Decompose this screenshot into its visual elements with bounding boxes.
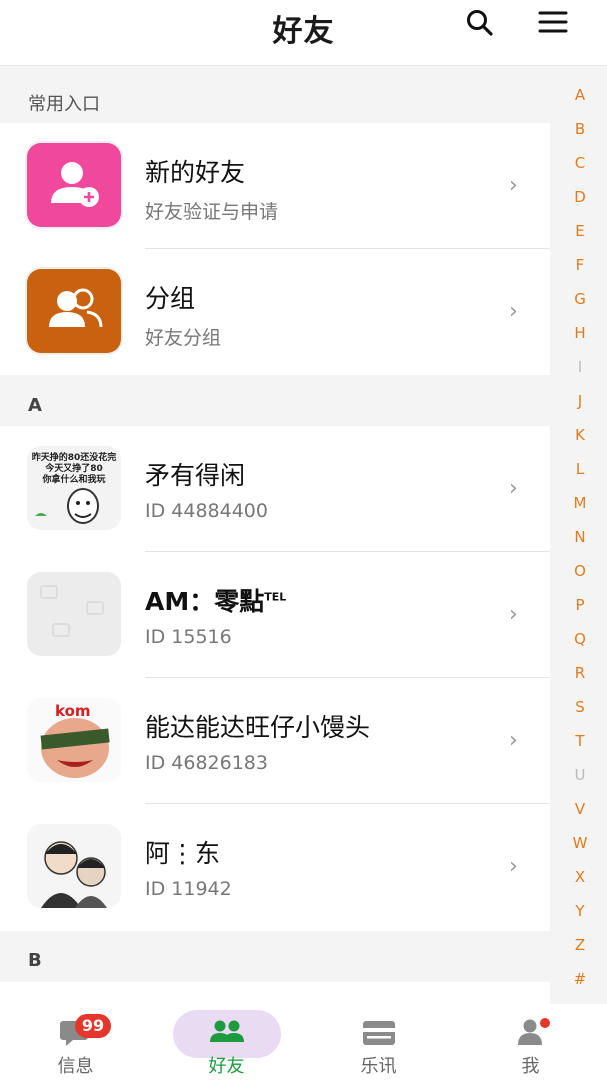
index-letter[interactable]: J <box>566 390 594 424</box>
tab-label: 我 <box>521 1056 540 1077</box>
tab-messages[interactable]: 99 信息 <box>0 1004 151 1080</box>
index-letter[interactable]: Z <box>566 934 594 968</box>
chevron-right-icon: › <box>509 299 518 324</box>
top-bar: 好友 <box>0 0 607 66</box>
common-entries-card: 新的好友 好友验证与申请 › 分组 好友分组 › <box>0 123 550 375</box>
avatar-caption-line: 今天又挣了80 <box>44 462 103 474</box>
friend-name: 矛有得闲 <box>145 461 246 490</box>
friend-name: 阿⋮东 <box>145 839 221 868</box>
avatar-caption-line: kom <box>55 702 91 720</box>
new-friends-icon <box>27 143 121 227</box>
index-letter[interactable]: D <box>566 186 594 220</box>
chevron-right-icon: › <box>509 854 518 879</box>
avatar-caption-line: 你拿什么和我玩 <box>41 473 105 485</box>
index-letter[interactable]: S <box>566 696 594 730</box>
page-title: 好友 <box>272 14 335 49</box>
notification-dot <box>540 1018 550 1028</box>
index-letter[interactable]: H <box>566 322 594 356</box>
section-label-common: 常用入口 <box>28 94 100 115</box>
menu-icon[interactable] <box>538 7 568 37</box>
search-icon[interactable] <box>464 7 494 37</box>
index-letter[interactable]: M <box>566 492 594 526</box>
index-letter[interactable]: P <box>566 594 594 628</box>
index-letter[interactable]: A <box>566 84 594 118</box>
bottom-tab-bar: 99 信息 好友 乐讯 我 <box>0 1004 607 1080</box>
index-letter[interactable]: T <box>566 730 594 764</box>
index-letter[interactable]: I <box>566 356 594 390</box>
index-letter[interactable]: Y <box>566 900 594 934</box>
friend-avatar: 昨天挣的80还没花完 今天又挣了80 你拿什么和我玩 <box>27 446 121 530</box>
tab-me[interactable]: 我 <box>455 1004 606 1080</box>
index-letter[interactable]: G <box>566 288 594 322</box>
friend-name-superscript: TEL <box>264 590 287 604</box>
tab-friends[interactable]: 好友 <box>151 1004 302 1080</box>
groups-icon <box>27 269 121 353</box>
index-letter[interactable]: C <box>566 152 594 186</box>
friends-card-a: 昨天挣的80还没花完 今天又挣了80 你拿什么和我玩 矛有得闲 ID 44884… <box>0 426 550 931</box>
friend-avatar <box>27 572 121 656</box>
entry-subtitle: 好友分组 <box>145 327 222 349</box>
unread-badge: 99 <box>75 1014 111 1038</box>
friend-name-text: AM：零點 <box>145 587 265 616</box>
chevron-right-icon: › <box>509 728 518 753</box>
friend-row[interactable]: 阿⋮东 ID 11942 › <box>0 804 550 930</box>
index-letter[interactable]: V <box>566 798 594 832</box>
entry-title: 新的好友 <box>145 158 246 187</box>
groups-entry[interactable]: 分组 好友分组 › <box>0 249 550 375</box>
tab-label: 乐讯 <box>360 1056 397 1077</box>
index-letter[interactable]: B <box>566 118 594 152</box>
tab-label: 信息 <box>57 1056 94 1077</box>
friend-row[interactable]: 昨天挣的80还没花完 今天又挣了80 你拿什么和我玩 矛有得闲 ID 44884… <box>0 426 550 552</box>
alphabet-index[interactable]: A B C D E F G H I J K L M N O P Q R S T U V W X Y Z # <box>566 84 594 1002</box>
tab-news[interactable]: 乐讯 <box>303 1004 454 1080</box>
index-letter[interactable]: R <box>566 662 594 696</box>
friend-avatar: kom <box>27 698 121 782</box>
avatar-caption-line: 昨天挣的80还没花完 <box>32 451 117 463</box>
index-letter[interactable]: E <box>566 220 594 254</box>
friend-id: ID 46826183 <box>145 752 268 774</box>
friends-icon <box>210 1020 244 1042</box>
index-letter[interactable]: U <box>566 764 594 798</box>
new-friends-entry[interactable]: 新的好友 好友验证与申请 › <box>0 123 550 249</box>
index-letter[interactable]: F <box>566 254 594 288</box>
friend-id: ID 44884400 <box>145 500 268 522</box>
chevron-right-icon: › <box>509 476 518 501</box>
tab-label: 好友 <box>208 1056 245 1077</box>
section-label-a: A <box>28 395 42 416</box>
friend-row[interactable]: kom 能达能达旺仔小馒头 ID 46826183 › <box>0 678 550 804</box>
index-letter[interactable]: X <box>566 866 594 900</box>
friends-card-b <box>0 982 550 1004</box>
chevron-right-icon: › <box>509 173 518 198</box>
index-letter[interactable]: # <box>566 968 594 1002</box>
friend-id: ID 11942 <box>145 878 232 900</box>
friend-row[interactable]: AM：零點TEL ID 15516 › <box>0 552 550 678</box>
entry-subtitle: 好友验证与申请 <box>145 201 279 223</box>
index-letter[interactable]: W <box>566 832 594 866</box>
index-letter[interactable]: N <box>566 526 594 560</box>
index-letter[interactable]: K <box>566 424 594 458</box>
card-icon <box>363 1021 395 1045</box>
index-letter[interactable]: Q <box>566 628 594 662</box>
section-label-b: B <box>28 950 42 971</box>
friend-name: 能达能达旺仔小馒头 <box>145 713 371 742</box>
entry-title: 分组 <box>145 284 196 313</box>
index-letter[interactable]: L <box>566 458 594 492</box>
friend-avatar <box>27 824 121 908</box>
chevron-right-icon: › <box>509 602 518 627</box>
index-letter[interactable]: O <box>566 560 594 594</box>
friend-name: AM：零點TEL <box>145 582 286 618</box>
friend-id: ID 15516 <box>145 626 232 648</box>
